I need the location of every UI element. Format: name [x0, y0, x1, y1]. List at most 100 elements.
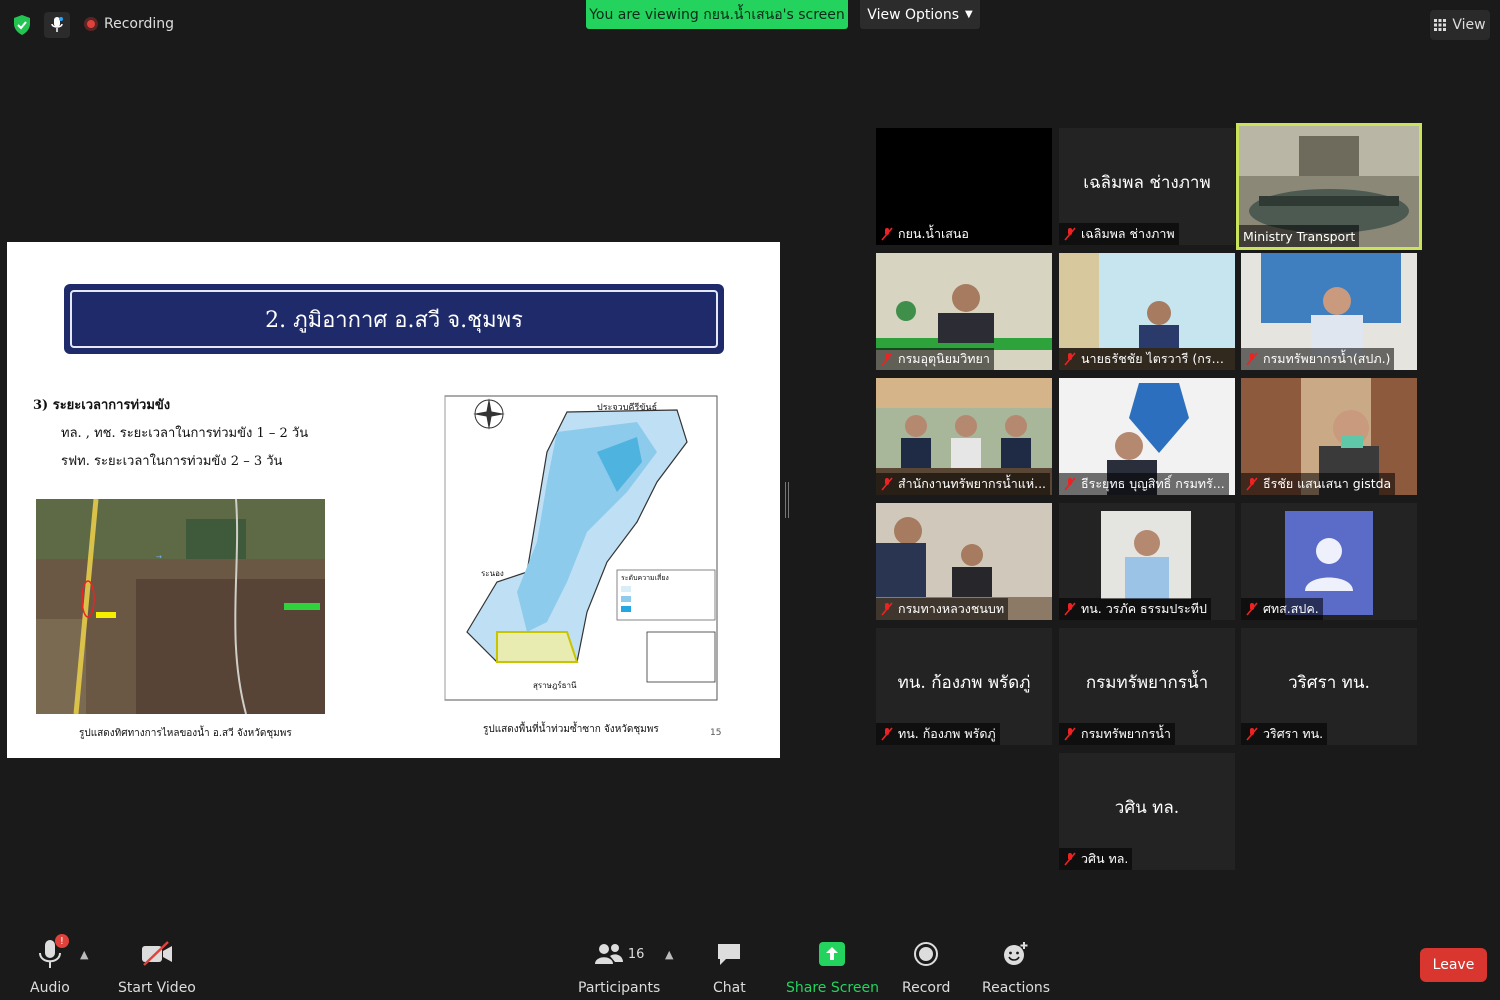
- mic-muted-icon: [881, 477, 893, 491]
- participant-tile[interactable]: กรมทางหลวงชนบท: [876, 503, 1052, 620]
- participant-name-bar: กรมอุตุนิยมวิทยา: [876, 348, 994, 370]
- chevron-down-icon: ▼: [965, 9, 973, 20]
- participant-name: วศิน ทล.: [1081, 851, 1129, 866]
- participant-tile[interactable]: วริศรา ทน. วริศรา ทน.: [1241, 628, 1417, 745]
- participant-tile-active-speaker[interactable]: Ministry Transport: [1236, 123, 1422, 250]
- chat-label: Chat: [713, 980, 746, 996]
- audio-options-caret-icon[interactable]: ▲: [80, 948, 88, 961]
- recording-dot-icon: [84, 17, 98, 31]
- audio-label: Audio: [30, 980, 70, 996]
- slide-text-line: ทล. , ทช. ระยะเวลาในการท่วมขัง 1 – 2 วัน: [61, 426, 309, 441]
- aerial-photo-caption: รูปแสดงทิศทางการไหลของน้ำ อ.สวี จังหวัดช…: [79, 728, 292, 739]
- participant-name: วริศรา ทน.: [1263, 726, 1324, 741]
- map-label-north: ประจวบคีรีขันธ์: [597, 401, 657, 413]
- participant-name: เฉลิมพล ช่างภาพ: [1081, 226, 1175, 241]
- mic-muted-icon: [1064, 602, 1076, 616]
- participant-name-bar: เฉลิมพล ช่างภาพ: [1059, 223, 1179, 245]
- flood-map-caption: รูปแสดงพื้นที่น้ำท่วมซ้ำซาก จังหวัดชุมพร: [483, 724, 659, 735]
- meeting-top-bar: Recording You are viewing กยน.น้ำเสนอ's …: [0, 0, 1500, 52]
- security-shield-icon[interactable]: [12, 14, 32, 36]
- participant-name-bar: ธีระยุทธ บุญสิทธิ์ กรมทรั...: [1059, 473, 1229, 495]
- record-button[interactable]: Record: [902, 936, 950, 996]
- participant-tile[interactable]: วศิน ทล. วศิน ทล.: [1059, 753, 1235, 870]
- mic-muted-icon: [881, 352, 893, 366]
- mic-muted-icon: [1064, 852, 1076, 866]
- participant-name: กยน.น้ำเสนอ: [898, 226, 969, 241]
- mic-muted-icon: [1246, 477, 1258, 491]
- share-screen-button[interactable]: Share Screen: [786, 936, 879, 996]
- mic-muted-icon: [1246, 352, 1258, 366]
- grid-icon: [1434, 19, 1447, 31]
- reactions-button[interactable]: Reactions: [982, 936, 1050, 996]
- start-video-button[interactable]: Start Video: [118, 936, 196, 996]
- shared-screen-slide: 2. ภูมิอากาศ อ.สวี จ.ชุมพร 3) ระยะเวลากา…: [7, 242, 780, 758]
- participant-name-bar: ธีรชัย แสนเสนา gistda: [1241, 473, 1396, 495]
- recording-indicator[interactable]: Recording: [84, 16, 174, 32]
- participant-tile[interactable]: นายธรัชชัย ไตรวารี (กรม...: [1059, 253, 1235, 370]
- mic-muted-icon: [1064, 477, 1076, 491]
- mic-muted-icon: [881, 727, 893, 741]
- participants-count: 16: [627, 946, 645, 962]
- slide-title: 2. ภูมิอากาศ อ.สวี จ.ชุมพร: [70, 290, 718, 348]
- participant-name-bar: Ministry Transport: [1239, 225, 1360, 247]
- chat-bubble-icon: [718, 944, 741, 965]
- view-layout-button[interactable]: View: [1430, 10, 1490, 40]
- participant-tile[interactable]: กรมทรัพยากรน้ำ กรมทรัพยากรน้ำ: [1059, 628, 1235, 745]
- mic-muted-icon: [881, 227, 893, 241]
- slide-section-heading: 3) ระยะเวลาการท่วมขัง: [33, 398, 171, 413]
- map-label-west: ระนอง: [481, 569, 504, 578]
- participant-name: สำนักงานทรัพยากรน้ำแห่...: [898, 476, 1047, 491]
- map-legend-title: ระดับความเสี่ยง: [621, 573, 669, 582]
- reactions-label: Reactions: [982, 980, 1051, 996]
- flood-map-image: ประจวบคีรีขันธ์ ระนอง สุราษฎร์ธานี ระดับ…: [437, 392, 727, 704]
- audio-button[interactable]: ! Audio: [30, 934, 70, 996]
- meeting-controls-toolbar: ! Audio ▲ Start Video 16 Participants ▲ …: [0, 928, 1500, 1000]
- map-label-south: สุราษฎร์ธานี: [533, 680, 577, 690]
- participant-tile[interactable]: กยน.น้ำเสนอ: [876, 128, 1052, 245]
- audio-alert-badge: !: [54, 934, 69, 948]
- participant-tile[interactable]: กรมอุตุนิยมวิทยา: [876, 253, 1052, 370]
- slide-text-line: รฟท. ระยะเวลาในการท่วมขัง 2 – 3 วัน: [61, 454, 283, 469]
- participant-name-bar: สำนักงานทรัพยากรน้ำแห่...: [876, 473, 1051, 495]
- start-video-label: Start Video: [118, 980, 196, 996]
- participant-name-bar: กรมทรัพยากรน้ำ(สปภ.): [1241, 348, 1395, 370]
- chat-button[interactable]: Chat: [713, 936, 746, 996]
- participant-name: ธีระยุทธ บุญสิทธิ์ กรมทรั...: [1081, 476, 1225, 491]
- mic-muted-icon: [1246, 727, 1258, 741]
- participants-button[interactable]: 16 Participants: [578, 936, 660, 996]
- participants-label: Participants: [578, 980, 661, 996]
- participant-tile[interactable]: ทน. ก้องภพ พรัดภู่ ทน. ก้องภพ พรัดภู่: [876, 628, 1052, 745]
- participant-name-bar: กรมทางหลวงชนบท: [876, 598, 1009, 620]
- participant-tile[interactable]: กรมทรัพยากรน้ำ(สปภ.): [1241, 253, 1417, 370]
- share-screen-label: Share Screen: [786, 980, 879, 996]
- video-off-icon: [141, 941, 172, 966]
- participant-name-bar: ศทส.สปค.: [1241, 598, 1323, 620]
- view-options-button[interactable]: View Options ▼: [860, 0, 980, 29]
- aerial-photo-image: →: [36, 499, 325, 714]
- participant-name: กรมทางหลวงชนบท: [898, 601, 1005, 616]
- participant-name: นายธรัชชัย ไตรวารี (กรม...: [1081, 351, 1231, 366]
- record-label: Record: [902, 980, 951, 996]
- participant-tile[interactable]: ธีรชัย แสนเสนา gistda: [1241, 378, 1417, 495]
- participant-name: ศทส.สปค.: [1263, 601, 1319, 616]
- view-options-label: View Options: [867, 6, 959, 23]
- share-screen-icon: [819, 942, 846, 966]
- participant-tile[interactable]: เฉลิมพล ช่างภาพ เฉลิมพล ช่างภาพ: [1059, 128, 1235, 245]
- split-view-resize-handle[interactable]: [785, 482, 789, 518]
- mic-indicator-icon: [44, 12, 70, 38]
- mic-muted-icon: [1064, 727, 1076, 741]
- participant-name: ทน. วรภัค ธรรมประทีป: [1081, 601, 1207, 616]
- participant-tile[interactable]: สำนักงานทรัพยากรน้ำแห่...: [876, 378, 1052, 495]
- participant-tile[interactable]: ธีระยุทธ บุญสิทธิ์ กรมทรั...: [1059, 378, 1235, 495]
- participants-options-caret-icon[interactable]: ▲: [665, 948, 673, 961]
- mic-muted-icon: [881, 602, 893, 616]
- view-label: View: [1452, 17, 1486, 33]
- record-icon: [914, 942, 939, 966]
- participant-name-bar: กรมทรัพยากรน้ำ: [1059, 723, 1175, 745]
- participant-name-bar: นายธรัชชัย ไตรวารี (กรม...: [1059, 348, 1235, 370]
- participant-name: ทน. ก้องภพ พรัดภู่: [898, 726, 996, 741]
- participant-tile[interactable]: ศทส.สปค.: [1241, 503, 1417, 620]
- mic-muted-icon: [1064, 227, 1076, 241]
- leave-meeting-button[interactable]: Leave: [1420, 948, 1487, 982]
- participant-tile[interactable]: ทน. วรภัค ธรรมประทีป: [1059, 503, 1235, 620]
